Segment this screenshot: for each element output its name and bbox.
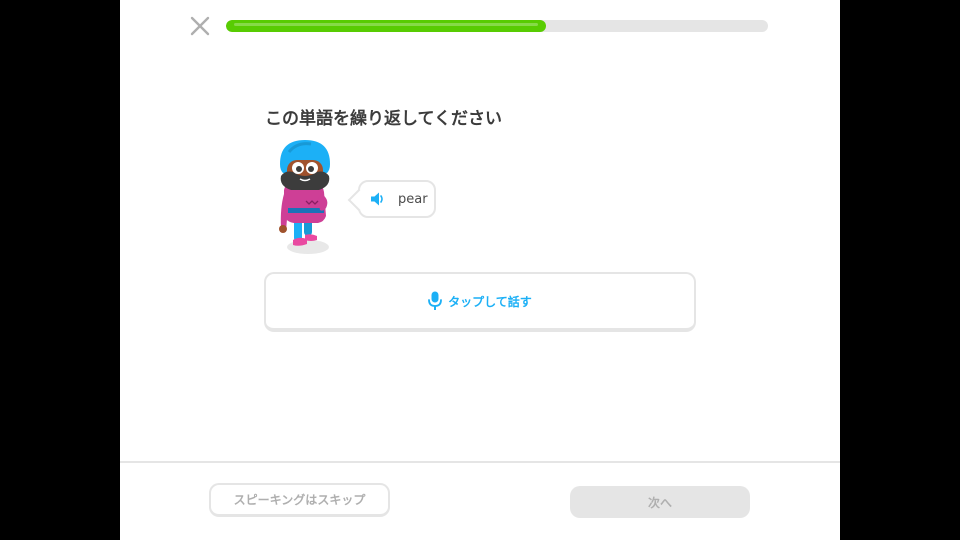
next-button: 次へ	[570, 486, 750, 518]
skip-speaking-button[interactable]: スピーキングはスキップ	[209, 483, 390, 517]
footer-divider	[120, 461, 840, 463]
microphone-icon	[428, 291, 443, 310]
close-button[interactable]	[188, 14, 212, 38]
challenge-prompt: この単語を繰り返してください	[265, 109, 502, 129]
tap-to-speak-label: タップして話す	[448, 294, 532, 309]
character-illustration	[279, 140, 330, 254]
progress-fill	[226, 20, 546, 32]
progress-bar	[226, 20, 768, 32]
tap-to-speak-button[interactable]: タップして話す	[264, 272, 696, 332]
lesson-screen: この単語を繰り返してください pear タップして話す スピーキングはスキップ …	[120, 0, 840, 540]
audio-bubble[interactable]: pear	[358, 180, 436, 218]
close-icon	[190, 16, 210, 36]
target-word: pear	[398, 191, 428, 207]
speaker-icon	[371, 192, 383, 206]
